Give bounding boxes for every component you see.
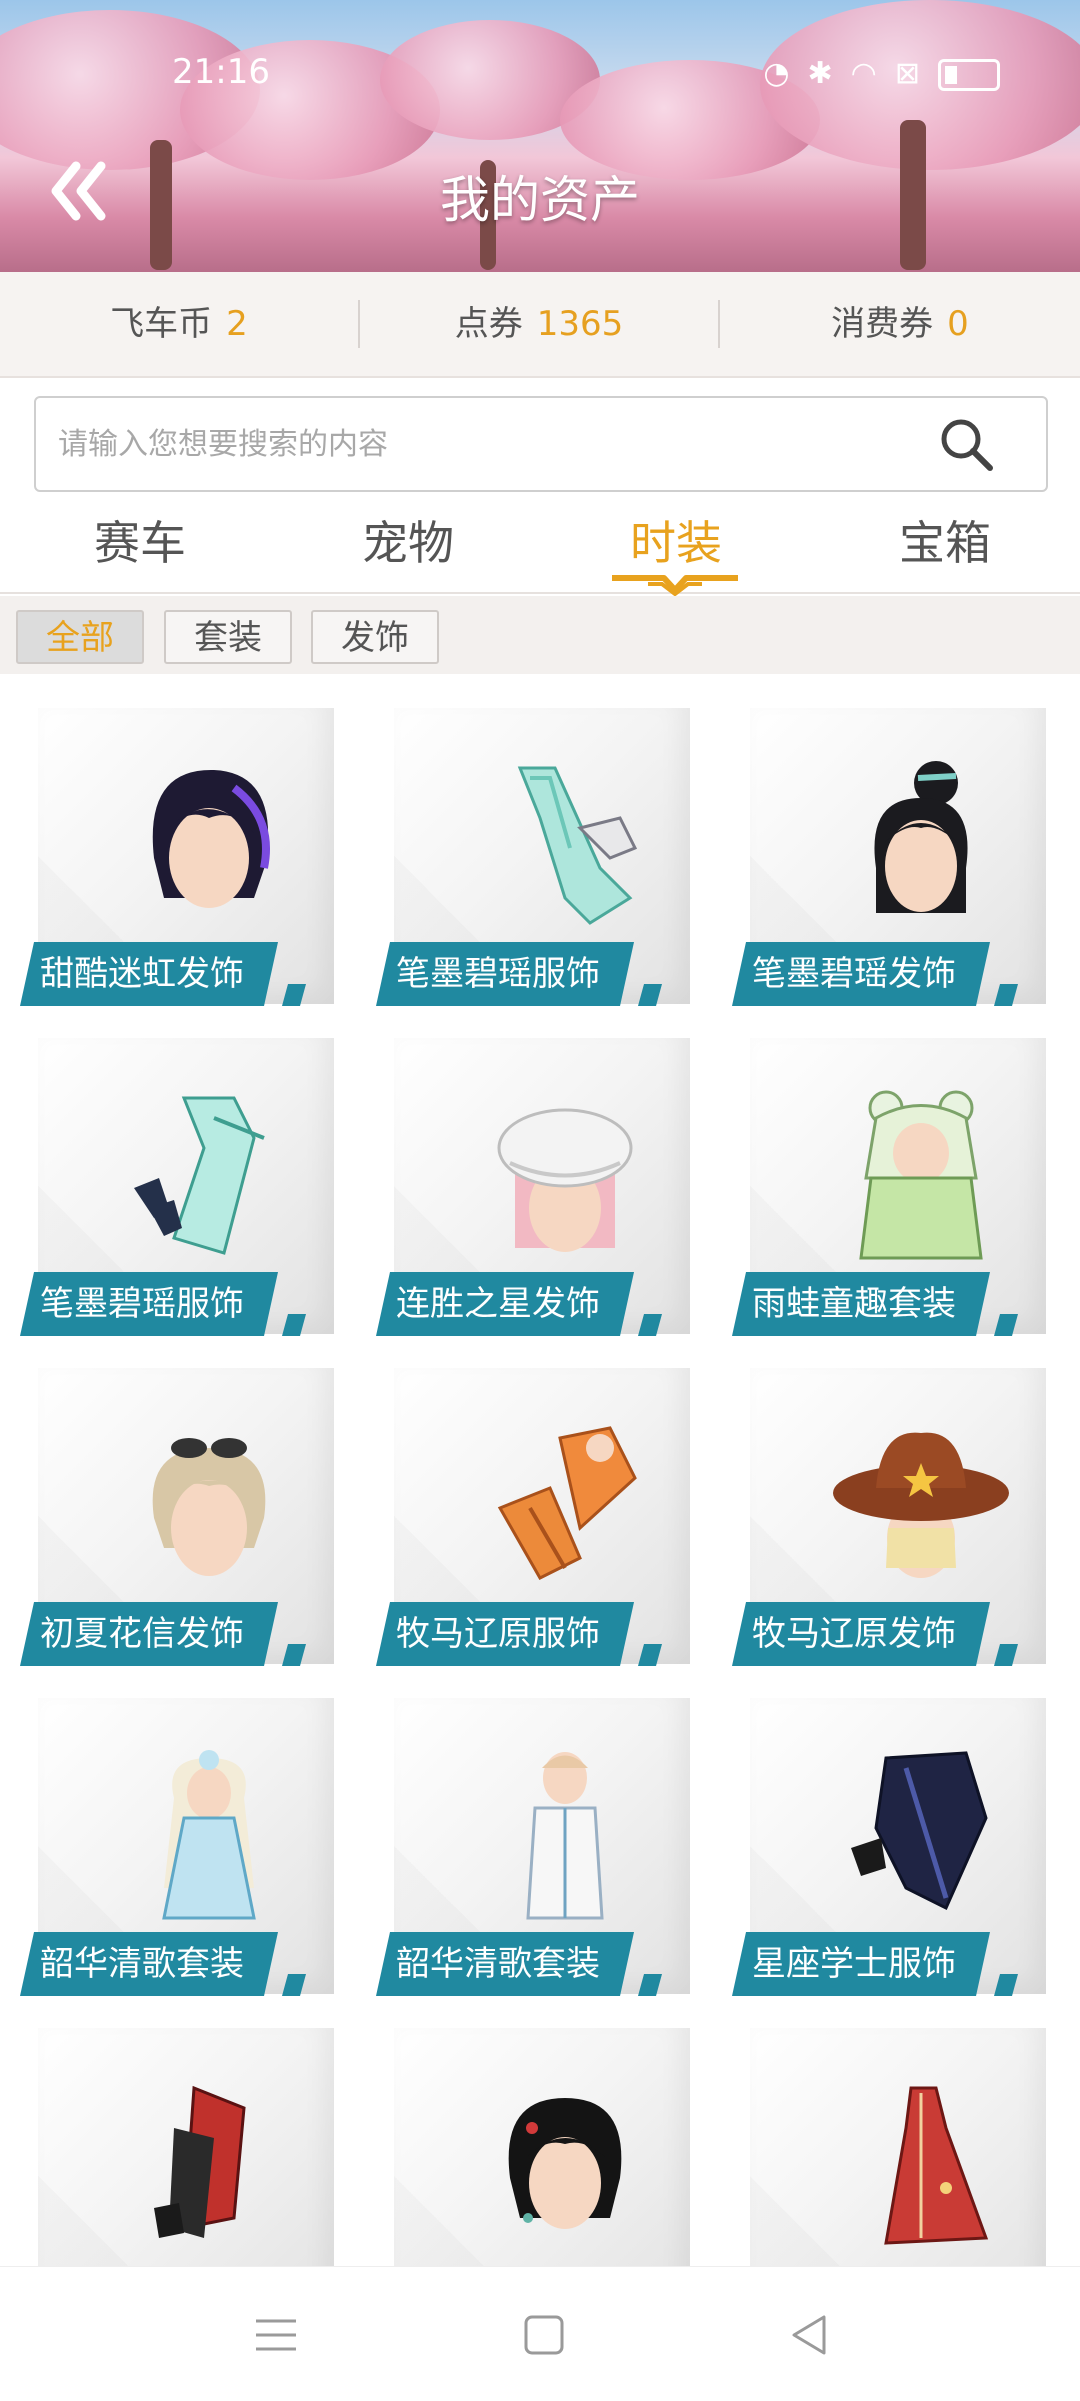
- item-grid: 甜酷迷虹发饰 笔墨碧瑶服饰 笔墨碧瑶发饰 笔墨碧瑶服饰 连胜之星发饰 雨蛙童趣套…: [0, 674, 1080, 2266]
- balance-value: 0: [947, 304, 969, 344]
- item-name: 韶华清歌套装: [20, 1932, 278, 1996]
- bluetooth-icon: ✱: [807, 56, 851, 91]
- system-nav-bar: [0, 2266, 1080, 2401]
- black-updo-hair-icon: [874, 761, 968, 913]
- item-card[interactable]: 笔墨碧瑶发饰: [732, 708, 1050, 1014]
- sunglasses-hair-icon: [152, 1438, 266, 1576]
- item-name: 初夏花信发饰: [20, 1602, 278, 1666]
- item-card[interactable]: 星座学士服饰: [732, 1698, 1050, 2004]
- active-tab-indicator: [612, 575, 738, 596]
- balance-feichebi: 飞车币 2: [0, 272, 358, 376]
- back-nav-icon[interactable]: [780, 2307, 840, 2363]
- balance-dianquan: 点券 1365: [360, 272, 718, 376]
- black-hair-earrings-icon: [508, 2098, 622, 2229]
- cyan-gown-icon: [517, 766, 638, 925]
- search-box: [34, 396, 1048, 492]
- item-card[interactable]: 牧马辽原发饰: [732, 1368, 1050, 1674]
- dark-coat-icon: [851, 1751, 988, 1911]
- battery-icon: [938, 58, 1000, 91]
- search-icon[interactable]: [936, 414, 996, 474]
- item-name: 笔墨碧瑶发饰: [732, 942, 990, 1006]
- page-title: 我的资产: [440, 171, 640, 229]
- item-card[interactable]: 初夏花信发饰: [20, 1368, 338, 1674]
- item-tile: [750, 2028, 1046, 2266]
- filter-bar: 全部 套装 发饰: [0, 596, 1080, 674]
- balance-label: 点券: [454, 304, 523, 344]
- balance-xiaofeiquan: 消费券 0: [720, 272, 1080, 376]
- balance-label: 消费券: [831, 304, 934, 344]
- white-suit-figure-icon: [526, 1752, 604, 1920]
- status-time: 21:16: [172, 52, 270, 92]
- item-card[interactable]: [20, 2028, 338, 2266]
- red-dress-icon: [884, 2086, 989, 2245]
- item-name: 牧马辽原发饰: [732, 1602, 990, 1666]
- item-name: 连胜之星发饰: [376, 1272, 634, 1336]
- wifi-icon: ◠: [850, 56, 895, 91]
- item-name: 笔墨碧瑶服饰: [20, 1272, 278, 1336]
- sim-icon: ⊠: [894, 56, 938, 91]
- item-card[interactable]: 甜酷迷虹发饰: [20, 708, 338, 1014]
- filter-all[interactable]: 全部: [16, 610, 144, 664]
- tab-pets[interactable]: 宠物: [273, 500, 543, 592]
- item-card[interactable]: 笔墨碧瑶服饰: [20, 1038, 338, 1344]
- item-card[interactable]: [732, 2028, 1050, 2266]
- status-icons: ◔✱◠⊠: [763, 56, 1000, 91]
- cyan-dress-boots-icon: [134, 1096, 265, 1255]
- balance-label: 飞车币: [110, 304, 213, 344]
- tab-cars[interactable]: 赛车: [5, 500, 275, 592]
- item-card[interactable]: 牧马辽原服饰: [376, 1368, 694, 1674]
- item-card[interactable]: 笔墨碧瑶服饰: [376, 708, 694, 1014]
- orange-outfit-icon: [497, 1426, 637, 1580]
- princess-figure-icon: [162, 1750, 256, 1920]
- item-card[interactable]: 韶华清歌套装: [376, 1698, 694, 2004]
- item-tile: [38, 2028, 334, 2266]
- item-name: 甜酷迷虹发饰: [20, 942, 278, 1006]
- search-input[interactable]: [56, 420, 920, 468]
- frog-raincoat-icon: [859, 1090, 983, 1260]
- red-black-outfit-icon: [154, 2085, 246, 2238]
- balance-row: 飞车币 2 点券 1365 消费券 0: [0, 272, 1080, 378]
- header-banner: 21:16 ◔✱◠⊠ 我的资产: [0, 0, 1080, 272]
- status-bar: 21:16 ◔✱◠⊠: [0, 52, 1080, 92]
- filter-suits[interactable]: 套装: [164, 610, 292, 664]
- item-name: 牧马辽原服饰: [376, 1602, 634, 1666]
- purple-hair-icon: [152, 769, 270, 908]
- white-beret-icon: [497, 1108, 633, 1252]
- item-card[interactable]: [376, 2028, 694, 2266]
- cowboy-hat-icon: [833, 1432, 1009, 1578]
- item-name: 笔墨碧瑶服饰: [376, 942, 634, 1006]
- balance-value: 1365: [536, 304, 624, 344]
- alarm-icon: ◔: [763, 56, 808, 91]
- item-name: 星座学士服饰: [732, 1932, 990, 1996]
- home-icon[interactable]: [514, 2307, 574, 2363]
- balance-value: 2: [226, 304, 248, 344]
- menu-icon[interactable]: [246, 2307, 306, 2363]
- item-card[interactable]: 韶华清歌套装: [20, 1698, 338, 2004]
- item-card[interactable]: 连胜之星发饰: [376, 1038, 694, 1344]
- item-name: 雨蛙童趣套装: [732, 1272, 990, 1336]
- tab-chests[interactable]: 宝箱: [810, 500, 1080, 592]
- item-name: 韶华清歌套装: [376, 1932, 634, 1996]
- item-tile: [394, 2028, 690, 2266]
- filter-hair[interactable]: 发饰: [311, 610, 439, 664]
- item-card[interactable]: 雨蛙童趣套装: [732, 1038, 1050, 1344]
- category-tabs: 赛车 宠物 时装 宝箱: [0, 500, 1080, 594]
